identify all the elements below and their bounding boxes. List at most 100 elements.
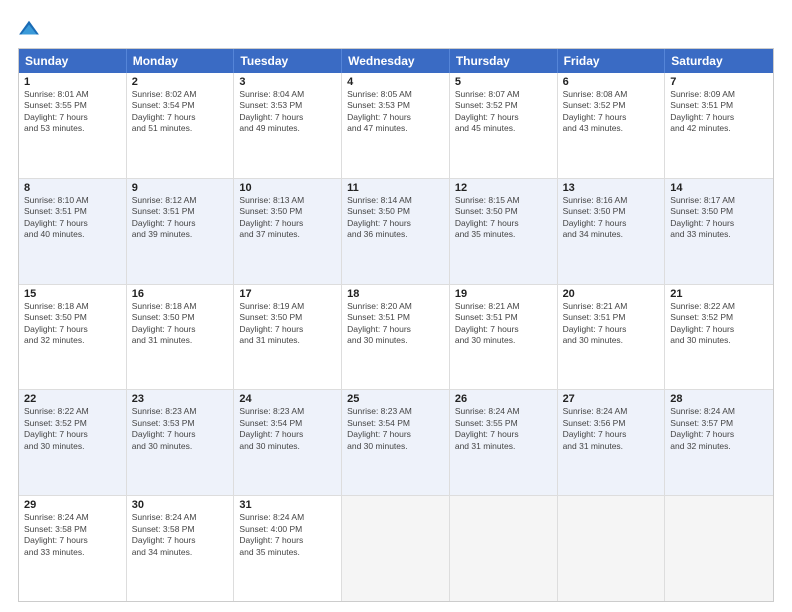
calendar-cell: 27Sunrise: 8:24 AMSunset: 3:56 PMDayligh…: [558, 390, 666, 495]
calendar-cell: 22Sunrise: 8:22 AMSunset: 3:52 PMDayligh…: [19, 390, 127, 495]
weekday-header: Sunday: [19, 49, 127, 73]
day-number: 3: [239, 76, 336, 88]
calendar-cell: 28Sunrise: 8:24 AMSunset: 3:57 PMDayligh…: [665, 390, 773, 495]
day-info: Sunrise: 8:22 AMSunset: 3:52 PMDaylight:…: [670, 301, 768, 347]
day-info: Sunrise: 8:07 AMSunset: 3:52 PMDaylight:…: [455, 89, 552, 135]
day-number: 17: [239, 288, 336, 300]
day-info: Sunrise: 8:24 AMSunset: 3:55 PMDaylight:…: [455, 406, 552, 452]
calendar-cell-empty: [342, 496, 450, 601]
calendar-row: 1Sunrise: 8:01 AMSunset: 3:55 PMDaylight…: [19, 73, 773, 178]
day-info: Sunrise: 8:18 AMSunset: 3:50 PMDaylight:…: [24, 301, 121, 347]
day-info: Sunrise: 8:16 AMSunset: 3:50 PMDaylight:…: [563, 195, 660, 241]
weekday-header: Saturday: [665, 49, 773, 73]
calendar-cell: 6Sunrise: 8:08 AMSunset: 3:52 PMDaylight…: [558, 73, 666, 178]
day-info: Sunrise: 8:04 AMSunset: 3:53 PMDaylight:…: [239, 89, 336, 135]
calendar-row: 8Sunrise: 8:10 AMSunset: 3:51 PMDaylight…: [19, 178, 773, 284]
day-number: 16: [132, 288, 229, 300]
day-number: 19: [455, 288, 552, 300]
day-info: Sunrise: 8:22 AMSunset: 3:52 PMDaylight:…: [24, 406, 121, 452]
day-number: 28: [670, 393, 768, 405]
calendar-row: 15Sunrise: 8:18 AMSunset: 3:50 PMDayligh…: [19, 284, 773, 390]
day-info: Sunrise: 8:10 AMSunset: 3:51 PMDaylight:…: [24, 195, 121, 241]
weekday-header: Friday: [558, 49, 666, 73]
calendar: SundayMondayTuesdayWednesdayThursdayFrid…: [18, 48, 774, 602]
calendar-cell: 10Sunrise: 8:13 AMSunset: 3:50 PMDayligh…: [234, 179, 342, 284]
calendar-cell: 13Sunrise: 8:16 AMSunset: 3:50 PMDayligh…: [558, 179, 666, 284]
calendar-row: 22Sunrise: 8:22 AMSunset: 3:52 PMDayligh…: [19, 389, 773, 495]
calendar-cell: 24Sunrise: 8:23 AMSunset: 3:54 PMDayligh…: [234, 390, 342, 495]
calendar-cell: 1Sunrise: 8:01 AMSunset: 3:55 PMDaylight…: [19, 73, 127, 178]
calendar-cell: 15Sunrise: 8:18 AMSunset: 3:50 PMDayligh…: [19, 285, 127, 390]
day-info: Sunrise: 8:23 AMSunset: 3:53 PMDaylight:…: [132, 406, 229, 452]
day-info: Sunrise: 8:24 AMSunset: 3:56 PMDaylight:…: [563, 406, 660, 452]
day-number: 11: [347, 182, 444, 194]
day-number: 24: [239, 393, 336, 405]
day-number: 15: [24, 288, 121, 300]
day-number: 25: [347, 393, 444, 405]
calendar-cell: 5Sunrise: 8:07 AMSunset: 3:52 PMDaylight…: [450, 73, 558, 178]
day-info: Sunrise: 8:23 AMSunset: 3:54 PMDaylight:…: [347, 406, 444, 452]
day-info: Sunrise: 8:19 AMSunset: 3:50 PMDaylight:…: [239, 301, 336, 347]
day-number: 20: [563, 288, 660, 300]
calendar-cell: 20Sunrise: 8:21 AMSunset: 3:51 PMDayligh…: [558, 285, 666, 390]
calendar-cell: 2Sunrise: 8:02 AMSunset: 3:54 PMDaylight…: [127, 73, 235, 178]
calendar-cell: 23Sunrise: 8:23 AMSunset: 3:53 PMDayligh…: [127, 390, 235, 495]
calendar-cell: 12Sunrise: 8:15 AMSunset: 3:50 PMDayligh…: [450, 179, 558, 284]
day-info: Sunrise: 8:09 AMSunset: 3:51 PMDaylight:…: [670, 89, 768, 135]
calendar-body: 1Sunrise: 8:01 AMSunset: 3:55 PMDaylight…: [19, 73, 773, 601]
day-info: Sunrise: 8:01 AMSunset: 3:55 PMDaylight:…: [24, 89, 121, 135]
logo-icon: [18, 18, 40, 40]
calendar-cell: 7Sunrise: 8:09 AMSunset: 3:51 PMDaylight…: [665, 73, 773, 178]
day-info: Sunrise: 8:21 AMSunset: 3:51 PMDaylight:…: [563, 301, 660, 347]
day-number: 31: [239, 499, 336, 511]
calendar-cell-empty: [450, 496, 558, 601]
day-number: 1: [24, 76, 121, 88]
day-number: 13: [563, 182, 660, 194]
calendar-cell: 17Sunrise: 8:19 AMSunset: 3:50 PMDayligh…: [234, 285, 342, 390]
day-number: 30: [132, 499, 229, 511]
day-info: Sunrise: 8:21 AMSunset: 3:51 PMDaylight:…: [455, 301, 552, 347]
day-info: Sunrise: 8:14 AMSunset: 3:50 PMDaylight:…: [347, 195, 444, 241]
calendar-row: 29Sunrise: 8:24 AMSunset: 3:58 PMDayligh…: [19, 495, 773, 601]
day-number: 8: [24, 182, 121, 194]
day-number: 27: [563, 393, 660, 405]
calendar-cell: 29Sunrise: 8:24 AMSunset: 3:58 PMDayligh…: [19, 496, 127, 601]
calendar-cell: 21Sunrise: 8:22 AMSunset: 3:52 PMDayligh…: [665, 285, 773, 390]
calendar-cell: 9Sunrise: 8:12 AMSunset: 3:51 PMDaylight…: [127, 179, 235, 284]
calendar-cell: 4Sunrise: 8:05 AMSunset: 3:53 PMDaylight…: [342, 73, 450, 178]
day-number: 9: [132, 182, 229, 194]
calendar-cell-empty: [665, 496, 773, 601]
day-info: Sunrise: 8:24 AMSunset: 3:57 PMDaylight:…: [670, 406, 768, 452]
calendar-cell: 8Sunrise: 8:10 AMSunset: 3:51 PMDaylight…: [19, 179, 127, 284]
day-info: Sunrise: 8:13 AMSunset: 3:50 PMDaylight:…: [239, 195, 336, 241]
calendar-cell: 11Sunrise: 8:14 AMSunset: 3:50 PMDayligh…: [342, 179, 450, 284]
calendar-cell: 26Sunrise: 8:24 AMSunset: 3:55 PMDayligh…: [450, 390, 558, 495]
page: SundayMondayTuesdayWednesdayThursdayFrid…: [0, 0, 792, 612]
day-number: 4: [347, 76, 444, 88]
day-number: 18: [347, 288, 444, 300]
day-number: 2: [132, 76, 229, 88]
day-info: Sunrise: 8:12 AMSunset: 3:51 PMDaylight:…: [132, 195, 229, 241]
day-number: 6: [563, 76, 660, 88]
day-info: Sunrise: 8:02 AMSunset: 3:54 PMDaylight:…: [132, 89, 229, 135]
day-number: 5: [455, 76, 552, 88]
day-number: 21: [670, 288, 768, 300]
day-number: 22: [24, 393, 121, 405]
weekday-header: Monday: [127, 49, 235, 73]
calendar-cell: 31Sunrise: 8:24 AMSunset: 4:00 PMDayligh…: [234, 496, 342, 601]
calendar-header: SundayMondayTuesdayWednesdayThursdayFrid…: [19, 49, 773, 73]
day-number: 10: [239, 182, 336, 194]
day-info: Sunrise: 8:08 AMSunset: 3:52 PMDaylight:…: [563, 89, 660, 135]
calendar-cell: 25Sunrise: 8:23 AMSunset: 3:54 PMDayligh…: [342, 390, 450, 495]
day-info: Sunrise: 8:23 AMSunset: 3:54 PMDaylight:…: [239, 406, 336, 452]
calendar-cell: 3Sunrise: 8:04 AMSunset: 3:53 PMDaylight…: [234, 73, 342, 178]
day-number: 7: [670, 76, 768, 88]
day-info: Sunrise: 8:20 AMSunset: 3:51 PMDaylight:…: [347, 301, 444, 347]
day-info: Sunrise: 8:15 AMSunset: 3:50 PMDaylight:…: [455, 195, 552, 241]
day-info: Sunrise: 8:17 AMSunset: 3:50 PMDaylight:…: [670, 195, 768, 241]
day-number: 26: [455, 393, 552, 405]
calendar-cell: 14Sunrise: 8:17 AMSunset: 3:50 PMDayligh…: [665, 179, 773, 284]
day-info: Sunrise: 8:24 AMSunset: 3:58 PMDaylight:…: [132, 512, 229, 558]
calendar-cell-empty: [558, 496, 666, 601]
calendar-cell: 19Sunrise: 8:21 AMSunset: 3:51 PMDayligh…: [450, 285, 558, 390]
